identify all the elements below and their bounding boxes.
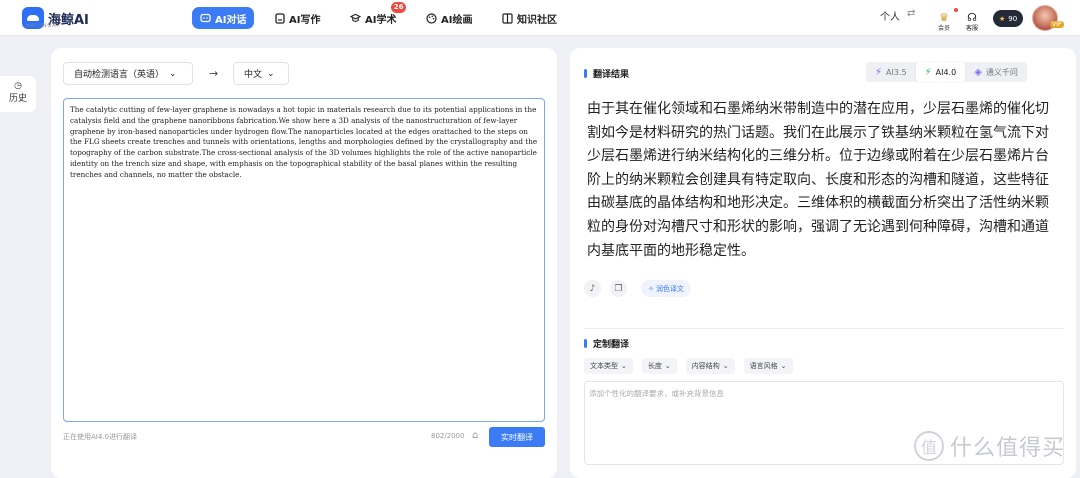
custom-header: 定制翻译 bbox=[584, 337, 629, 350]
personal-link[interactable]: 个人 bbox=[880, 8, 900, 23]
bolt-icon: ⚡ bbox=[875, 66, 883, 78]
bolt-icon: ⚡ bbox=[924, 66, 932, 78]
clear-brush-icon[interactable]: ⌂ bbox=[472, 430, 478, 441]
arrow-right-icon: → bbox=[209, 67, 219, 80]
divider bbox=[584, 328, 1064, 329]
char-count: 802/2000 bbox=[431, 432, 465, 440]
graduation-cap-icon bbox=[350, 13, 361, 24]
academic-badge: 26 bbox=[390, 2, 407, 13]
model-ai35[interactable]: ⚡ AI3.5 bbox=[866, 62, 916, 82]
palette-icon bbox=[426, 12, 437, 24]
target-language-select[interactable]: 中文 ⌄ bbox=[233, 62, 289, 85]
service-link[interactable]: ☊ 客服 bbox=[962, 6, 982, 33]
custom-options: 文本类型 ⌄ 长度 ⌄ 内容结构 ⌄ 语言风格 ⌄ bbox=[584, 358, 793, 374]
vip-link[interactable]: ♛ 会员 bbox=[933, 6, 955, 33]
watermark: 值 什么值得买 bbox=[914, 430, 1065, 462]
translation-result: 由于其在催化领域和石墨烯纳米带制造中的潜在应用，少层石墨烯的催化切割如今是材料研… bbox=[587, 101, 1049, 259]
chat-icon bbox=[200, 13, 211, 24]
clock-icon: ◷ bbox=[14, 81, 22, 91]
nav-ai-chat[interactable]: AI对话 bbox=[192, 7, 255, 29]
source-language-select[interactable]: 自动检测语言（英语） ⌄ bbox=[63, 62, 193, 85]
chevron-down-icon: ⌄ bbox=[621, 362, 627, 370]
points-badge[interactable]: ★ 90 bbox=[993, 10, 1024, 27]
copy-icon[interactable]: ❐ bbox=[610, 280, 627, 297]
source-text-input[interactable]: The catalytic cutting of few-layer graph… bbox=[63, 98, 545, 422]
option-style[interactable]: 语言风格 ⌄ bbox=[743, 358, 793, 374]
brand-sub: HAIJINGAI bbox=[26, 23, 60, 29]
vip-tag: VIP bbox=[1050, 21, 1064, 28]
translate-button[interactable]: 实时翻译 bbox=[489, 427, 545, 447]
nav-ai-painting[interactable]: AI绘画 bbox=[418, 7, 480, 29]
crown-icon: ♛ bbox=[939, 11, 949, 24]
option-structure[interactable]: 内容结构 ⌄ bbox=[685, 358, 735, 374]
history-button[interactable]: ◷ 历史 bbox=[0, 76, 36, 112]
sparkle-icon: ✧ bbox=[648, 284, 654, 293]
result-header: 翻译结果 bbox=[584, 67, 629, 80]
nav-ai-writing[interactable]: AI写作 bbox=[266, 7, 328, 29]
star-icon: ★ bbox=[999, 14, 1006, 23]
top-bar: 海鲸AI HAIJINGAI AI对话 AI写作 AI学术 26 AI绘画 知识… bbox=[0, 0, 1080, 36]
nav-knowledge-community[interactable]: 知识社区 bbox=[494, 7, 565, 29]
book-icon bbox=[502, 12, 513, 24]
option-text-type[interactable]: 文本类型 ⌄ bbox=[584, 358, 633, 374]
polish-button[interactable]: ✧ 润色译文 bbox=[641, 280, 691, 297]
option-length[interactable]: 长度 ⌄ bbox=[641, 358, 677, 374]
chevron-down-icon: ⌄ bbox=[722, 362, 729, 370]
chevron-down-icon: ⌄ bbox=[267, 68, 275, 79]
model-switch: ⚡ AI3.5 ⚡ AI4.0 ◈ 通义千问 bbox=[866, 62, 1027, 82]
swap-icon[interactable]: ⇄ bbox=[907, 8, 915, 19]
result-panel: 翻译结果 ⚡ AI3.5 ⚡ AI4.0 ◈ 通义千问 由于其在催化领域和石墨烯… bbox=[570, 48, 1076, 478]
headset-icon: ☊ bbox=[967, 11, 977, 24]
status-text: 正在使用AI4.0进行翻译 bbox=[63, 433, 137, 441]
source-panel: 自动检测语言（英语） ⌄ → 中文 ⌄ The catalytic cuttin… bbox=[51, 48, 557, 478]
chevron-down-icon: ⌄ bbox=[664, 362, 671, 370]
doc-icon bbox=[274, 12, 285, 24]
chevron-down-icon: ⌄ bbox=[780, 362, 787, 370]
watermark-logo-icon: 值 bbox=[914, 431, 944, 461]
nav-ai-academic[interactable]: AI学术 26 bbox=[342, 2, 407, 29]
model-ai40[interactable]: ⚡ AI4.0 bbox=[915, 62, 966, 82]
model-tongyi[interactable]: ◈ 通义千问 bbox=[965, 62, 1027, 82]
speaker-icon[interactable]: ♪ bbox=[584, 280, 601, 297]
notification-dot bbox=[954, 8, 958, 12]
tongyi-icon: ◈ bbox=[974, 66, 982, 78]
chevron-down-icon: ⌄ bbox=[169, 68, 177, 79]
